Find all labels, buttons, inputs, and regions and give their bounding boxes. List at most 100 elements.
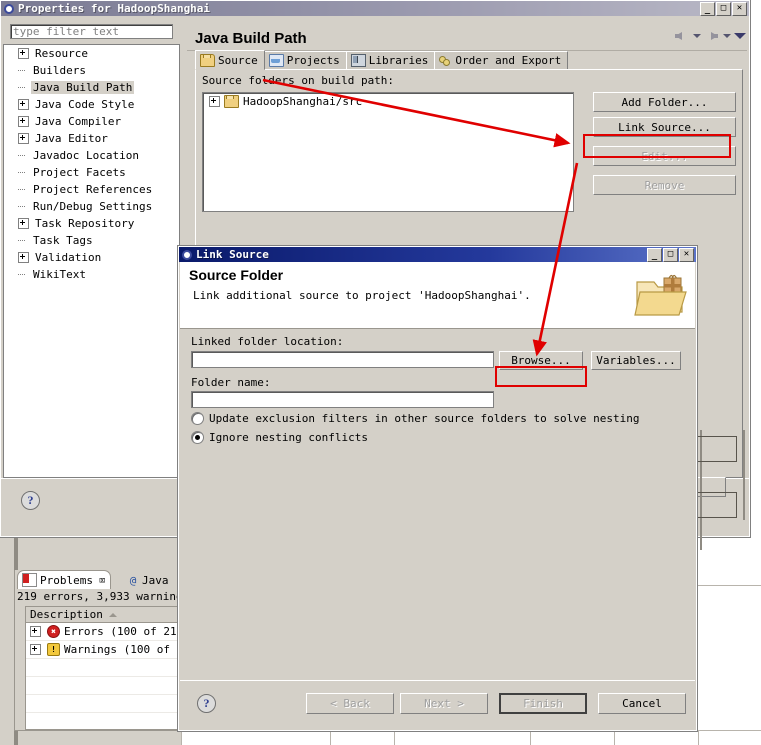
view-menu-icon[interactable] (734, 29, 746, 42)
maximize-button[interactable]: □ (663, 247, 678, 262)
list-item-label: HadoopShanghai/src (243, 94, 363, 108)
close-icon[interactable]: ⌧ (99, 574, 106, 587)
sidebar-item-label: Validation (35, 251, 102, 264)
sidebar-item-label: Task Repository (35, 217, 135, 230)
radio-label: Update exclusion filters in other source… (209, 412, 640, 425)
warning-severity-icon: ! (47, 643, 60, 656)
expand-icon[interactable] (30, 644, 41, 655)
properties-title: Properties for HadoopShanghai (18, 2, 211, 15)
radio-update-exclusion-filters[interactable]: Update exclusion filters in other source… (191, 412, 639, 425)
tab-source[interactable]: Source (195, 50, 265, 70)
folder-gift-icon (634, 274, 687, 316)
table-row-label: Errors (100 of 219 (64, 625, 182, 638)
problems-table[interactable]: Description ✖ Errors (100 of 219 ! Warni… (25, 606, 182, 730)
panel-edge-2 (743, 430, 745, 520)
browse-button[interactable]: Browse... (499, 351, 583, 370)
expand-icon[interactable] (30, 626, 41, 637)
minimize-button[interactable]: _ (647, 247, 662, 262)
link-source-header: Source Folder Link additional source to … (180, 262, 695, 329)
table-row[interactable]: ✖ Errors (100 of 219 (26, 623, 181, 641)
sidebar-item-java-editor[interactable]: Java Editor (4, 130, 179, 147)
forward-history-chevron-icon[interactable] (722, 29, 731, 42)
sidebar-item-validation[interactable]: Validation (4, 249, 179, 266)
folder-name-input[interactable] (191, 391, 494, 408)
tab-projects[interactable]: Projects (263, 51, 347, 70)
cancel-button[interactable]: Cancel (598, 693, 686, 714)
expand-icon[interactable] (18, 218, 29, 229)
expand-icon[interactable] (18, 252, 29, 263)
close-button[interactable]: ✕ (679, 247, 694, 262)
error-severity-icon: ✖ (47, 625, 60, 638)
sidebar-item-javadoc-location[interactable]: Javadoc Location (4, 147, 179, 164)
help-question-icon[interactable]: ? (197, 694, 216, 713)
sidebar-item-label: Task Tags (33, 234, 93, 247)
sidebar-item-builders[interactable]: Builders (4, 62, 179, 79)
sidebar-item-label: Java Editor (35, 132, 108, 145)
tab-label: Projects (286, 54, 340, 67)
problems-summary: 219 errors, 3,933 warnings (17, 590, 190, 603)
maximize-button[interactable]: □ (716, 1, 731, 16)
build-path-tabs: Source Projects Libraries Order and Expo… (195, 50, 569, 70)
list-item[interactable]: HadoopShanghai/src (203, 93, 573, 109)
tab-problems[interactable]: Problems ⌧ (17, 570, 111, 589)
expand-icon[interactable] (18, 133, 29, 144)
help-question-icon[interactable]: ? (21, 491, 40, 510)
page-title: Java Build Path (195, 30, 307, 47)
expand-icon[interactable] (18, 48, 29, 59)
properties-window-buttons: _ □ ✕ (700, 1, 747, 16)
source-folders-label-text: Source folders on build path: (202, 74, 395, 87)
table-row[interactable]: ! Warnings (100 of 39 (26, 641, 181, 659)
tab-libraries[interactable]: Libraries (345, 51, 436, 70)
folder-name-label: Folder name: (191, 376, 271, 389)
sidebar-item-java-compiler[interactable]: Java Compiler (4, 113, 179, 130)
sidebar-item-run-debug-settings[interactable]: Run/Debug Settings (4, 198, 179, 215)
ok-button-outline[interactable] (690, 436, 737, 462)
expand-icon[interactable] (18, 99, 29, 110)
tab-javadoc[interactable]: @ Java (125, 571, 171, 589)
source-folders-list[interactable]: HadoopShanghai/src (202, 92, 574, 212)
close-button[interactable]: ✕ (732, 1, 747, 16)
sidebar-item-wikitext[interactable]: WikiText (4, 266, 179, 283)
tab-label: Source (218, 53, 258, 67)
properties-titlebar[interactable]: Properties for HadoopShanghai _ □ ✕ (1, 1, 749, 16)
tab-label: Order and Export (455, 54, 562, 67)
sort-ascending-icon[interactable] (108, 612, 117, 617)
add-folder-button[interactable]: Add Folder... (593, 92, 736, 112)
sidebar-item-project-facets[interactable]: Project Facets (4, 164, 179, 181)
sidebar-item-label: Java Code Style (35, 98, 135, 111)
link-source-form: Linked folder location: Browse... Variab… (179, 329, 696, 680)
link-source-titlebar[interactable]: Link Source _ □ ✕ (179, 247, 696, 262)
tab-label: Libraries (368, 54, 429, 67)
header-title: Source Folder (189, 267, 284, 283)
variables-button[interactable]: Variables... (591, 351, 681, 370)
expand-icon[interactable] (209, 95, 220, 107)
expand-icon[interactable] (18, 116, 29, 127)
sidebar-item-project-references[interactable]: Project References (4, 181, 179, 198)
sidebar-item-label: Project References (33, 183, 153, 196)
filter-input[interactable]: type filter text (10, 24, 173, 39)
settings-tree[interactable]: Resource Builders Java Build Path Java C… (3, 44, 180, 478)
cancel-button-outline[interactable] (690, 492, 737, 518)
radio-ignore-nesting-conflicts[interactable]: Ignore nesting conflicts (191, 431, 368, 444)
back-arrow-icon[interactable] (674, 29, 689, 42)
sidebar-item-task-repository[interactable]: Task Repository (4, 215, 179, 232)
problems-view-tabs: Problems ⌧ @ Java (15, 570, 182, 589)
sidebar-item-task-tags[interactable]: Task Tags (4, 232, 179, 249)
sidebar-item-java-code-style[interactable]: Java Code Style (4, 96, 179, 113)
problems-column-header[interactable]: Description (26, 607, 181, 623)
minimize-button[interactable]: _ (700, 1, 715, 16)
forward-arrow-icon[interactable] (704, 29, 719, 42)
linked-folder-location-input[interactable] (191, 351, 494, 368)
tree-leaf-icon (18, 236, 27, 245)
sidebar-item-resource[interactable]: Resource (4, 45, 179, 62)
problems-view: Problems ⌧ @ Java 219 errors, 3,933 warn… (14, 570, 189, 731)
link-source-button[interactable]: Link Source... (593, 117, 736, 137)
sidebar-item-java-build-path[interactable]: Java Build Path (4, 79, 179, 96)
finish-button: Finish (499, 693, 587, 714)
link-source-title: Link Source (196, 248, 269, 261)
source-folder-icon (200, 53, 215, 67)
back-history-chevron-icon[interactable] (692, 29, 701, 42)
header-subtitle: Link additional source to project 'Hadoo… (193, 289, 531, 302)
bg-panel-bottom (18, 730, 181, 745)
tab-order-and-export[interactable]: Order and Export (434, 51, 569, 70)
